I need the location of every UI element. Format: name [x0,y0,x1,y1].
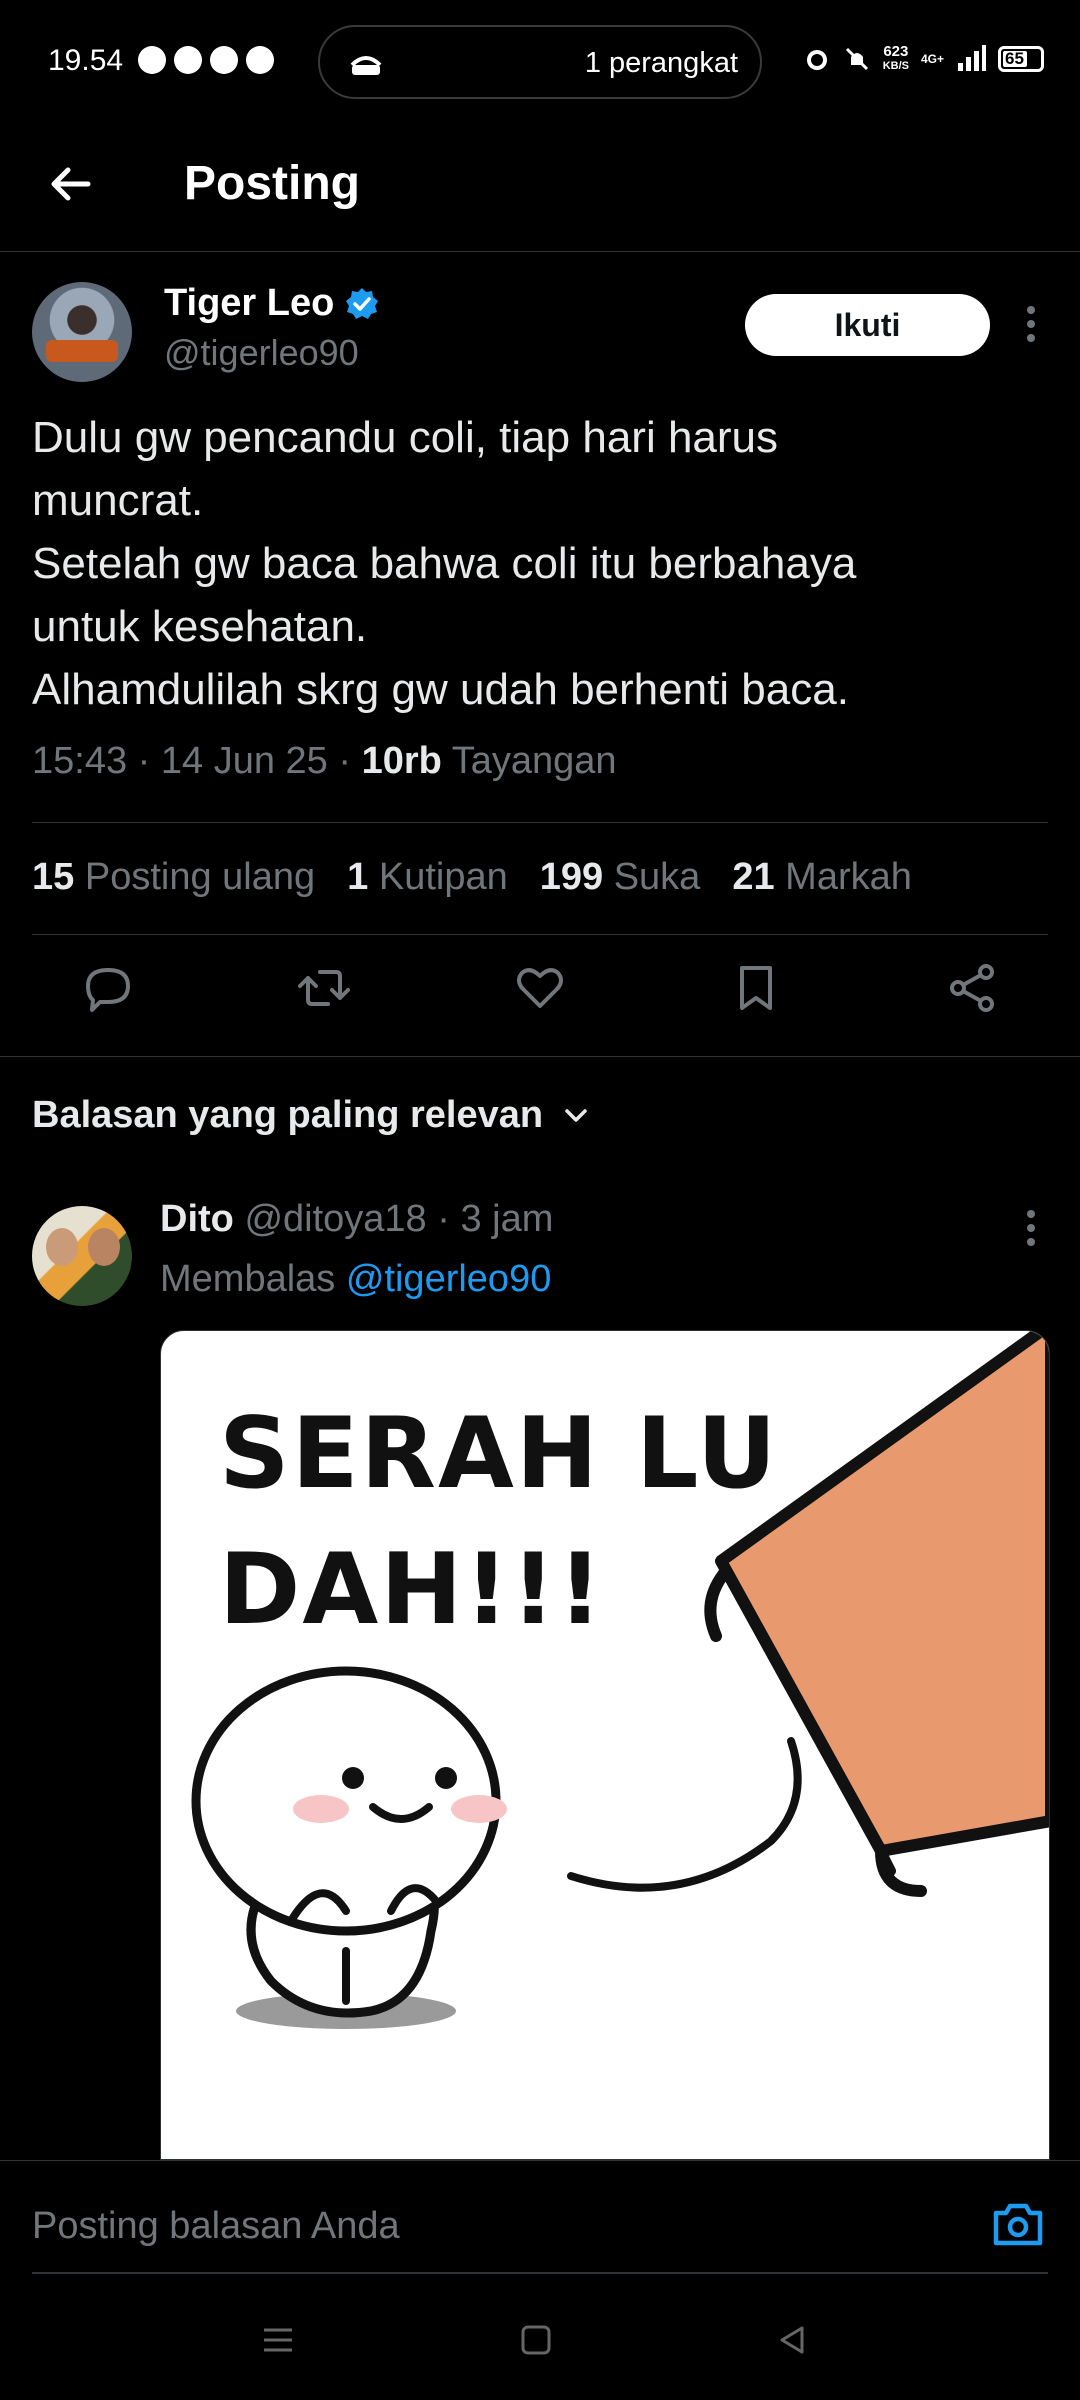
device-icon [350,56,382,75]
reply-input[interactable]: Posting balasan Anda [32,2205,400,2248]
reply-icon[interactable] [80,960,136,1016]
replying-mention[interactable]: @tigerleo90 [346,1258,551,1300]
camera-icon[interactable] [992,2201,1044,2247]
composer-underline [32,2272,1048,2274]
post-time: 15:43 [32,740,128,782]
replying-label: Membalas [160,1258,336,1300]
youtube-icon [210,46,238,74]
post-text-line: Dulu gw pencandu coli, tiap hari harus [32,413,779,462]
mute-icon [845,47,868,71]
like-icon[interactable] [512,960,568,1016]
section-divider [0,1056,1080,1057]
sort-label: Balasan yang paling relevan [32,1094,544,1136]
reply-media-image[interactable]: SERAH LU DAH!!! [160,1330,1050,2160]
repost-icon[interactable] [296,960,352,1016]
pill-text: 1 perangkat [584,47,738,79]
home-icon[interactable] [518,2322,554,2358]
author-avatar[interactable] [32,282,132,382]
status-bar: 19.54 1 perangkat 623 KB/S 4G+ 65 [0,0,1080,120]
post-meta: 15:43 · 14 Jun 25 · 10rb Tayangan [32,740,617,782]
page-title: Posting [184,157,360,210]
post-text-line: Setelah gw baca bahwa coli itu berbahaya [32,539,857,588]
likes-stat[interactable]: 199 Suka [540,856,701,899]
bookmarks-stat[interactable]: 21 Markah [732,856,912,899]
bookmark-icon[interactable] [728,960,784,1016]
back-arrow-icon[interactable] [44,156,100,212]
author-handle[interactable]: @tigerleo90 [164,332,359,374]
alarm-icon [806,50,827,70]
post-text-line: Alhamdulilah skrg gw udah berhenti baca. [32,665,849,714]
system-nav-bar [0,2290,1080,2400]
whatsapp-icon [138,46,166,74]
meme-illustration [191,1331,1049,2029]
views-count: 10rb [361,740,442,782]
reply-author-handle[interactable]: @ditoya18 [244,1198,426,1240]
back-icon[interactable] [774,2322,810,2358]
views-label[interactable]: Tayangan [452,740,617,782]
device-connection-pill[interactable]: 1 perangkat [318,25,762,99]
post-text-line: untuk kesehatan. [32,602,368,651]
reply-composer[interactable]: Posting balasan Anda [0,2160,1080,2274]
divider [32,822,1048,823]
post-actions [0,960,1080,1030]
network-type: 4G+ [920,52,944,66]
share-icon[interactable] [944,960,1000,1016]
reply-more-options-icon[interactable] [1016,1208,1046,1248]
reply-age: 3 jam [460,1198,554,1240]
play-icon [174,46,202,74]
follow-button[interactable]: Ikuti [745,294,990,356]
notification-icons [138,46,274,74]
network-speed: 623 KB/S [882,43,909,72]
verified-badge-icon [346,287,379,319]
reposts-stat[interactable]: 15 Posting ulang [32,856,315,899]
chevron-down-icon [565,1108,587,1122]
app-icon [246,46,274,74]
reply-header: Dito @ditoya18 · 3 jam [160,1198,554,1240]
menu-icon[interactable] [260,2322,296,2358]
reply-avatar[interactable] [32,1206,132,1306]
author-name-text: Tiger Leo [164,282,335,324]
more-options-icon[interactable] [1016,304,1046,344]
battery-icon: 65 [998,46,1044,72]
replying-to: Membalas @tigerleo90 [160,1258,551,1301]
post-stats: 15 Posting ulang 1 Kutipan 199 Suka 21 M… [32,856,912,899]
post-text: Dulu gw pencandu coli, tiap hari harus m… [32,406,1042,721]
top-app-bar: Posting [0,120,1080,252]
system-status-icons: 623 KB/S 4G+ 65 [803,44,1044,74]
divider [32,934,1048,935]
reply-sort-dropdown[interactable]: Balasan yang paling relevan [32,1094,591,1137]
author-name[interactable]: Tiger Leo [164,282,380,325]
status-time: 19.54 [48,44,124,77]
signal-icon [958,45,986,71]
reply-author-name[interactable]: Dito [160,1198,234,1240]
post-text-line: muncrat. [32,476,204,525]
post-date: 14 Jun 25 [160,740,328,782]
quotes-stat[interactable]: 1 Kutipan [347,856,508,899]
